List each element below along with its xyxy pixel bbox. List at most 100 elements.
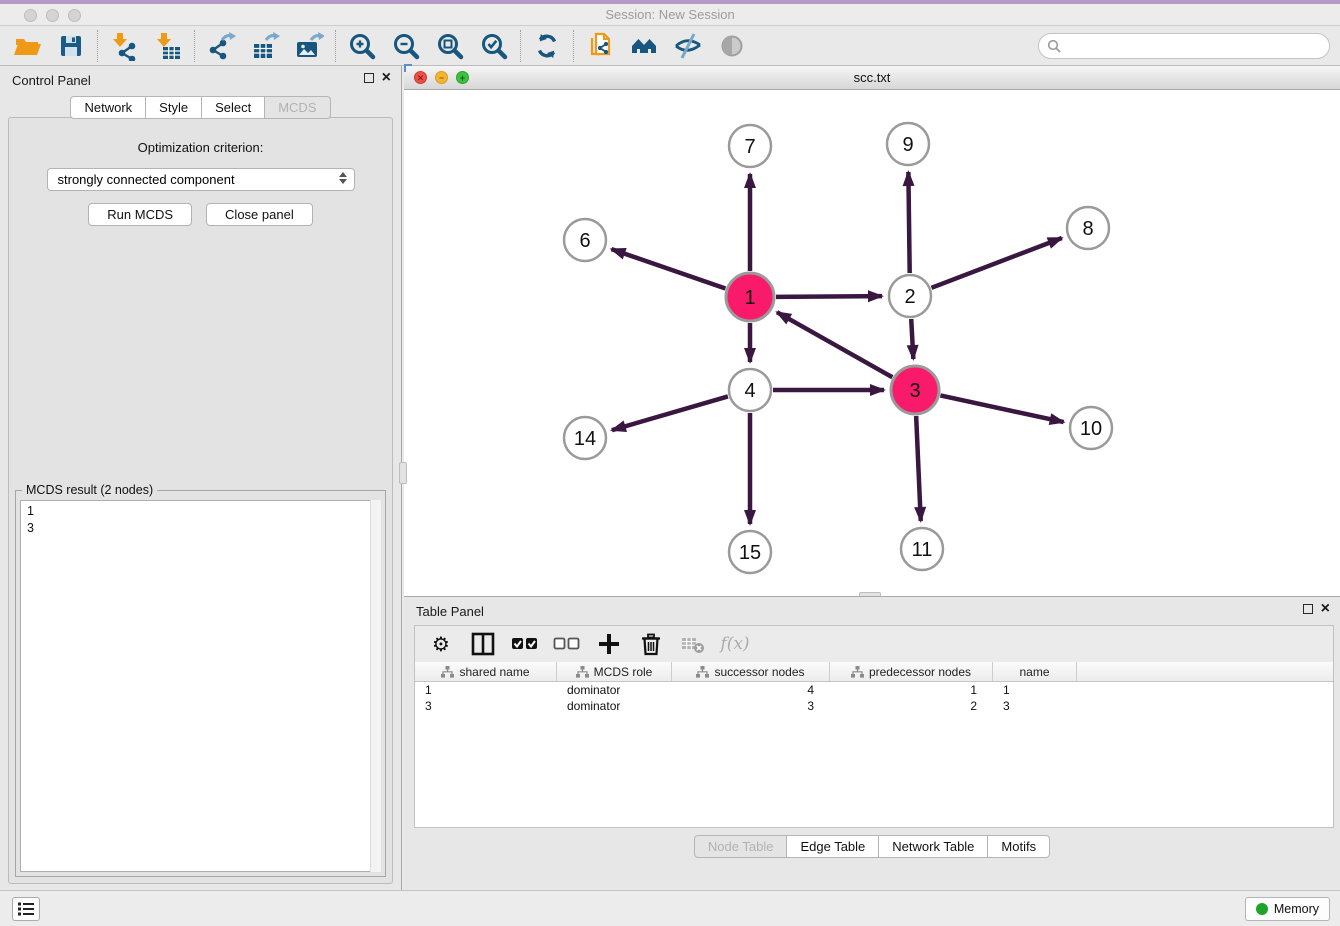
zoom-in-button[interactable]: [343, 28, 381, 64]
table-cell[interactable]: dominator: [557, 682, 672, 698]
save-session-button[interactable]: [52, 28, 90, 64]
graph-node-7[interactable]: 7: [729, 125, 771, 167]
table-panel: Table Panel × ⚙: [404, 596, 1340, 890]
export-image-icon: [294, 31, 324, 61]
graph-edge-3-10[interactable]: [940, 395, 1063, 422]
export-image-button[interactable]: [290, 28, 328, 64]
graph-node-6[interactable]: 6: [564, 219, 606, 261]
tab-node-table[interactable]: Node Table: [694, 835, 788, 858]
table-cell[interactable]: 4: [672, 682, 830, 698]
hide-graphics-details-button[interactable]: [669, 28, 707, 64]
graph-node-4[interactable]: 4: [729, 369, 771, 411]
column-type-icon: [441, 666, 454, 678]
import-table-button[interactable]: [149, 28, 187, 64]
search-input[interactable]: [1066, 38, 1321, 54]
graph-node-8[interactable]: 8: [1067, 207, 1109, 249]
toolbar-separator: [335, 30, 336, 62]
close-panel-icon[interactable]: ×: [382, 72, 391, 84]
graph-node-11[interactable]: 11: [901, 528, 943, 570]
task-history-button[interactable]: [12, 897, 40, 921]
eye-disabled-icon: [717, 31, 747, 61]
graph-node-1[interactable]: 1: [726, 273, 774, 321]
export-network-button[interactable]: [202, 28, 240, 64]
float-panel-icon[interactable]: [364, 73, 374, 83]
table-settings-button[interactable]: ⚙: [427, 630, 455, 658]
network-canvas[interactable]: 7 9 6 8 1 2 4 3 14 10 15 11: [404, 90, 1340, 596]
tab-style[interactable]: Style: [146, 96, 202, 119]
graph-node-3[interactable]: 3: [891, 366, 939, 414]
table-cell[interactable]: 3: [415, 698, 557, 714]
result-scrollbar[interactable]: [370, 500, 381, 872]
column-header-successor-nodes[interactable]: successor nodes: [672, 662, 830, 681]
table-cell[interactable]: 1: [415, 682, 557, 698]
graph-edge-1-6[interactable]: [611, 249, 725, 288]
network-maximize-button[interactable]: +: [456, 71, 469, 84]
column-header-MCDS-role[interactable]: MCDS role: [557, 662, 672, 681]
table-cell[interactable]: 3: [993, 698, 1077, 714]
zoom-selected-button[interactable]: [475, 28, 513, 64]
close-panel-button[interactable]: Close panel: [206, 203, 313, 226]
graph-edge-1-2[interactable]: [776, 296, 882, 297]
splitter-grip-vertical[interactable]: [399, 462, 407, 484]
mcds-result-text[interactable]: 1 3: [20, 500, 381, 872]
table-cell[interactable]: 1: [993, 682, 1077, 698]
export-table-button[interactable]: [246, 28, 284, 64]
network-close-button[interactable]: ✕: [414, 71, 427, 84]
optimization-select[interactable]: strongly connected component: [47, 168, 355, 191]
zoom-out-button[interactable]: [387, 28, 425, 64]
tab-motifs[interactable]: Motifs: [988, 835, 1050, 858]
delete-row-button[interactable]: [637, 630, 665, 658]
show-columns-button[interactable]: [469, 630, 497, 658]
show-graphics-details-button[interactable]: [713, 28, 751, 64]
graph-edge-2-9[interactable]: [908, 172, 909, 273]
graph-edge-4-14[interactable]: [612, 396, 728, 430]
column-header-shared-name[interactable]: shared name: [415, 662, 557, 681]
table-row[interactable]: 1dominator411: [415, 682, 1333, 698]
function-builder-button[interactable]: f(x): [721, 630, 749, 658]
graph-edge-3-1[interactable]: [777, 312, 892, 377]
tab-mcds[interactable]: MCDS: [265, 96, 330, 119]
add-row-button[interactable]: [595, 630, 623, 658]
graph-node-15[interactable]: 15: [729, 531, 771, 573]
delete-table-button[interactable]: [679, 630, 707, 658]
tab-select[interactable]: Select: [202, 96, 265, 119]
refresh-button[interactable]: [528, 28, 566, 64]
graph-node-2[interactable]: 2: [889, 275, 931, 317]
table-cell[interactable]: 3: [672, 698, 830, 714]
memory-button[interactable]: Memory: [1245, 897, 1330, 921]
network-minimize-button[interactable]: −: [435, 71, 448, 84]
home-layout-button[interactable]: [625, 28, 663, 64]
column-header-name[interactable]: name: [993, 662, 1077, 681]
graph-node-9[interactable]: 9: [887, 123, 929, 165]
open-session-button[interactable]: [8, 28, 46, 64]
column-type-icon: [851, 666, 864, 678]
tab-edge-table[interactable]: Edge Table: [787, 835, 879, 858]
zoom-fit-button[interactable]: [431, 28, 469, 64]
table-cell[interactable]: 1: [830, 682, 993, 698]
graph-edge-2-3[interactable]: [911, 319, 913, 359]
graph-edge-2-8[interactable]: [931, 238, 1061, 288]
select-all-button[interactable]: [511, 630, 539, 658]
column-label: name: [1019, 665, 1049, 679]
close-table-panel-icon[interactable]: ×: [1321, 603, 1330, 615]
run-mcds-button[interactable]: Run MCDS: [88, 203, 192, 226]
graph-node-label: 10: [1080, 418, 1102, 440]
import-network-button[interactable]: [105, 28, 143, 64]
graph-node-10[interactable]: 10: [1070, 407, 1112, 449]
network-window-titlebar[interactable]: ✕ − + scc.txt: [404, 66, 1340, 90]
graph-node-14[interactable]: 14: [564, 417, 606, 459]
table-header-row: shared nameMCDS rolesuccessor nodesprede…: [415, 662, 1333, 682]
network-view-window: ✕ − + scc.txt 7 9 6 8 1 2 4 3 14 10 15 11: [404, 66, 1340, 596]
control-panel: Control Panel × NetworkStyleSelectMCDS O…: [0, 66, 402, 890]
table-cell[interactable]: dominator: [557, 698, 672, 714]
clone-network-button[interactable]: [581, 28, 619, 64]
table-row[interactable]: 3dominator323: [415, 698, 1333, 714]
unselect-all-button[interactable]: [553, 630, 581, 658]
table-cell[interactable]: 2: [830, 698, 993, 714]
column-header-predecessor-nodes[interactable]: predecessor nodes: [830, 662, 993, 681]
float-table-panel-icon[interactable]: [1303, 604, 1313, 614]
graph-edge-3-11[interactable]: [916, 416, 921, 521]
tab-network-table[interactable]: Network Table: [879, 835, 988, 858]
mcds-result-box: MCDS result (2 nodes) 1 3: [15, 490, 386, 877]
tab-network[interactable]: Network: [70, 96, 146, 119]
